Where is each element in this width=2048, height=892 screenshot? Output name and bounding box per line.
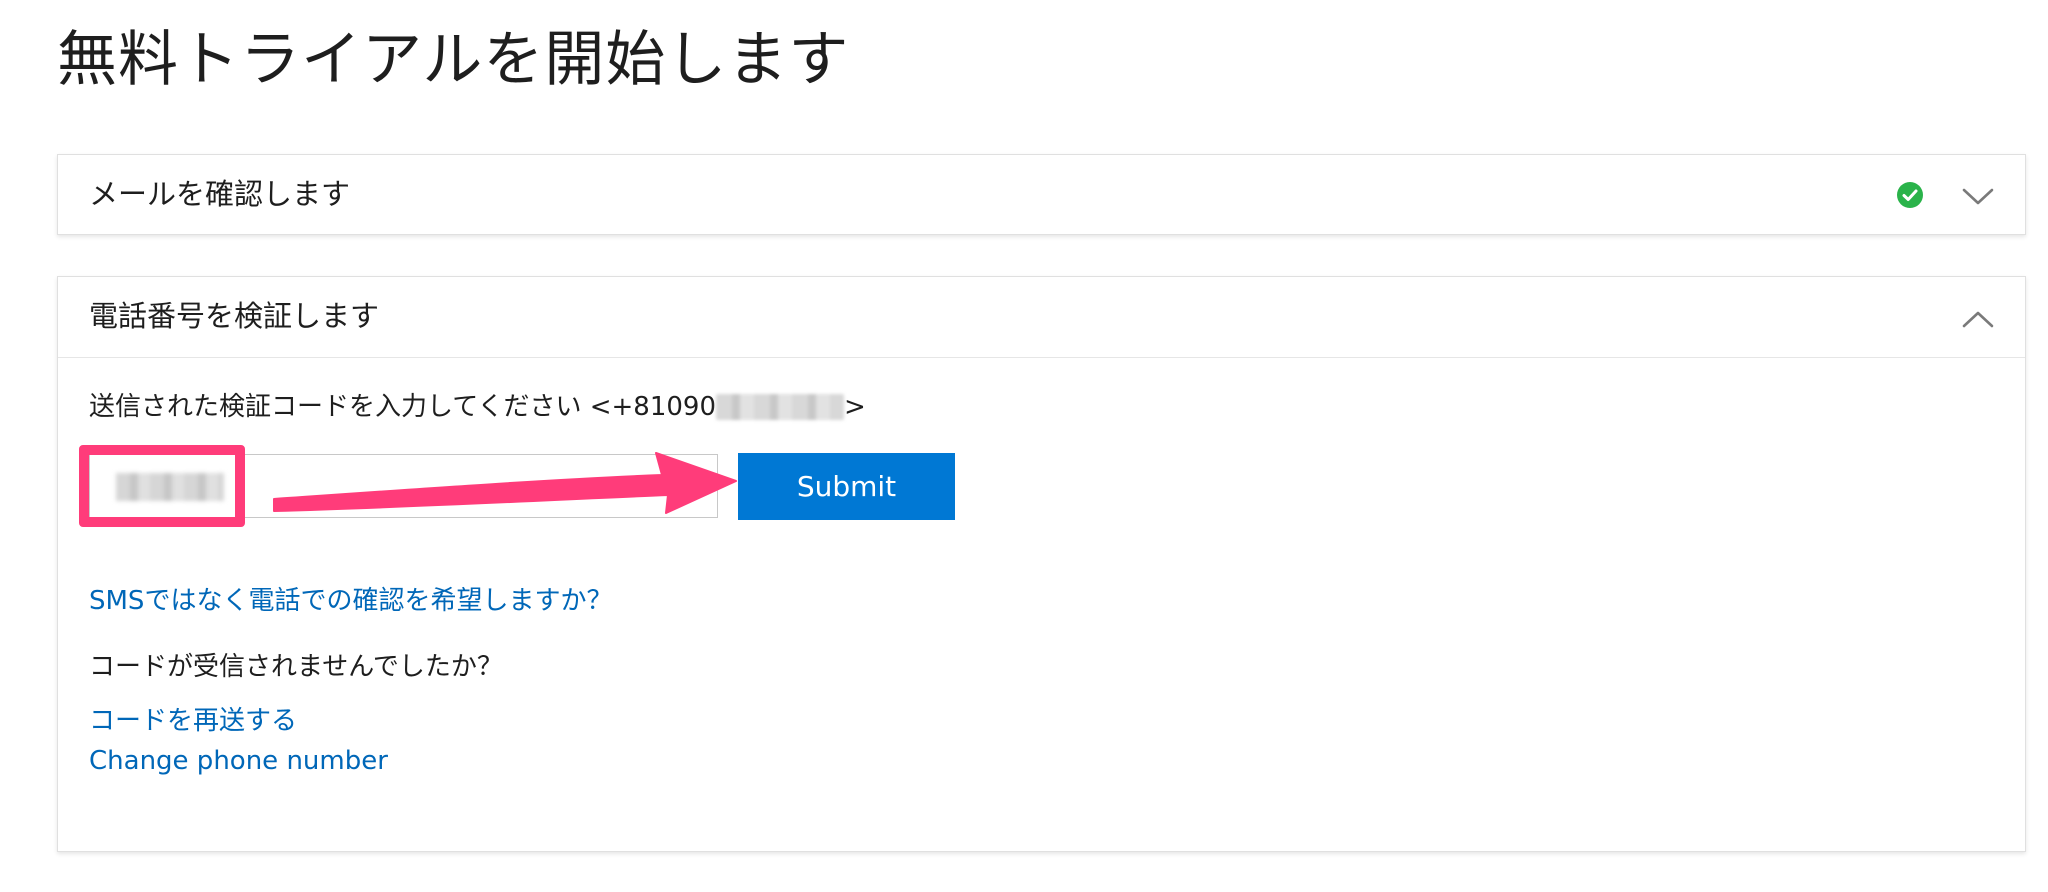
- redacted-code-value: [116, 473, 224, 501]
- instruction-text: 送信された検証コードを入力してください <+81090: [89, 392, 716, 422]
- no-code-text: コードが受信されませんでしたか？: [89, 652, 503, 682]
- email-step-header[interactable]: メールを確認します: [58, 155, 2025, 236]
- phone-step-header[interactable]: 電話番号を検証します: [58, 277, 2025, 358]
- submit-button[interactable]: Submit: [738, 453, 955, 520]
- change-phone-number-link[interactable]: Change phone number: [89, 743, 388, 779]
- redacted-phone-digits: [716, 394, 844, 420]
- chevron-up-icon[interactable]: [1961, 303, 1995, 337]
- email-step-title: メールを確認します: [89, 177, 351, 211]
- verification-instruction: 送信された検証コードを入力してください <+81090 >: [89, 389, 866, 425]
- resend-code-link[interactable]: コードを再送する: [89, 703, 297, 739]
- chevron-down-icon[interactable]: [1961, 179, 1995, 213]
- check-circle-icon: [1897, 182, 1923, 208]
- phone-step-title: 電話番号を検証します: [89, 299, 380, 333]
- page-title: 無料トライアルを開始します: [57, 25, 850, 95]
- email-verification-card: メールを確認します: [57, 154, 2026, 235]
- phone-verification-card: 電話番号を検証します 送信された検証コードを入力してください <+81090 > …: [57, 276, 2026, 852]
- voice-call-link[interactable]: SMSではなく電話での確認を希望しますか？: [89, 583, 612, 619]
- verification-code-input[interactable]: [89, 454, 718, 518]
- instruction-suffix: >: [844, 392, 866, 422]
